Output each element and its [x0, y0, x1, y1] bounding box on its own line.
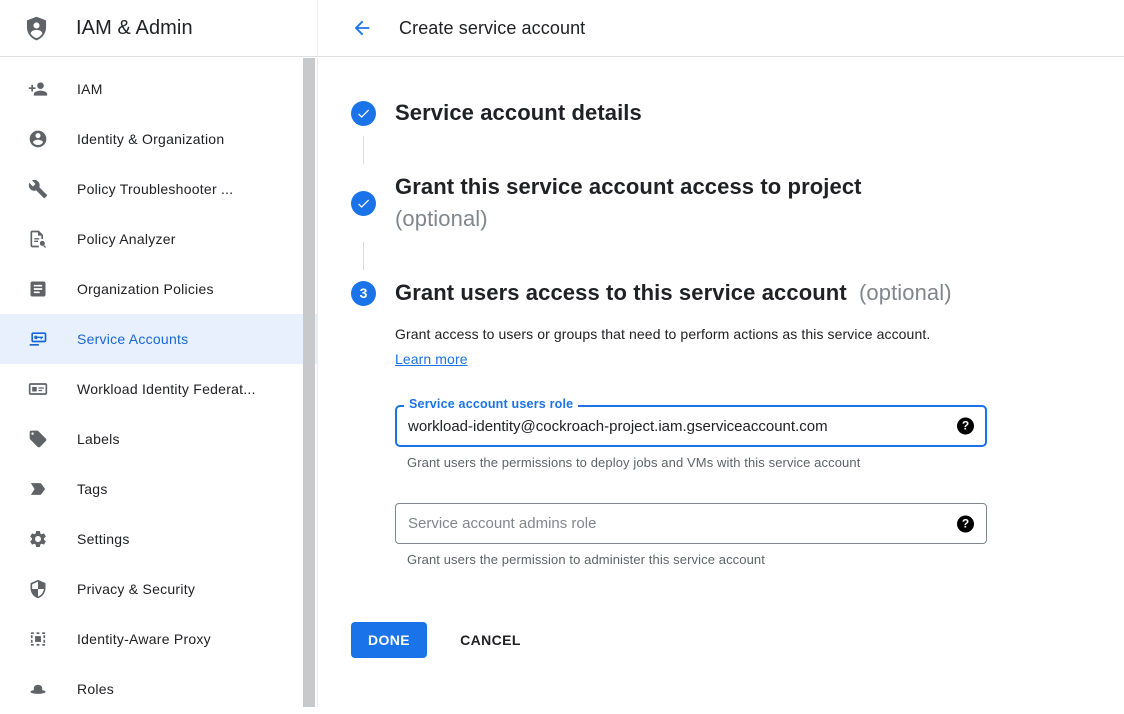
step-connector	[363, 242, 364, 270]
gear-icon	[28, 529, 48, 549]
sidebar-item-workload-identity-federation[interactable]: Workload Identity Federat...	[0, 364, 317, 414]
label-tag-icon	[28, 429, 48, 449]
sidebar-scrollbar[interactable]	[303, 58, 315, 707]
service-accounts-icon	[28, 329, 48, 349]
sidebar-item-privacy-security[interactable]: Privacy & Security	[0, 564, 317, 614]
proxy-grid-icon	[28, 629, 48, 649]
badge-card-icon	[28, 379, 48, 399]
wizard: Service account details Grant this servi…	[318, 57, 1124, 658]
learn-more-link[interactable]: Learn more	[395, 351, 468, 367]
step-2-complete-check-icon	[351, 191, 376, 216]
article-icon	[28, 279, 48, 299]
app-title: IAM & Admin	[76, 17, 193, 40]
tag-arrow-icon	[28, 479, 48, 499]
step-2-title: Grant this service account access to pro…	[395, 171, 862, 235]
sidebar-item-label: Settings	[77, 531, 130, 547]
cancel-button[interactable]: CANCEL	[460, 632, 521, 648]
step-3-header[interactable]: 3 Grant users access to this service acc…	[351, 277, 1084, 309]
arrow-back-icon	[351, 17, 373, 39]
shield-half-icon	[28, 579, 48, 599]
help-icon[interactable]	[957, 515, 974, 532]
sidebar-item-label: Policy Troubleshooter ...	[77, 181, 233, 197]
step-1-complete-check-icon	[351, 101, 376, 126]
admins-role-field	[395, 503, 987, 544]
page-title: Create service account	[399, 18, 585, 39]
step-3-number-badge: 3	[351, 281, 376, 306]
sidebar-item-label: IAM	[77, 81, 103, 97]
sidebar-item-organization-policies[interactable]: Organization Policies	[0, 264, 317, 314]
sidebar-nav: IAM Identity & Organization Policy Troub…	[0, 57, 317, 714]
page-header: Create service account	[318, 0, 1124, 57]
sidebar-item-settings[interactable]: Settings	[0, 514, 317, 564]
sidebar-item-policy-analyzer[interactable]: Policy Analyzer	[0, 214, 317, 264]
sidebar-item-label: Identity & Organization	[77, 131, 224, 147]
sidebar-item-label: Identity-Aware Proxy	[77, 631, 211, 647]
sidebar-item-label: Tags	[77, 481, 108, 497]
sidebar-item-service-accounts[interactable]: Service Accounts	[0, 314, 317, 364]
help-icon[interactable]	[957, 418, 974, 435]
sidebar-item-label: Labels	[77, 431, 120, 447]
iam-shield-icon	[23, 15, 50, 42]
users-role-helper-text: Grant users the permissions to deploy jo…	[407, 455, 1084, 470]
hat-icon	[28, 679, 48, 699]
sidebar-item-tags[interactable]: Tags	[0, 464, 317, 514]
step-3-body: Grant access to users or groups that nee…	[395, 322, 1084, 567]
step-3-optional-label: (optional)	[859, 280, 952, 305]
step-3-title: Grant users access to this service accou…	[395, 277, 952, 309]
users-role-field-label: Service account users role	[404, 397, 578, 412]
step-2-header[interactable]: Grant this service account access to pro…	[351, 171, 1084, 235]
step-1-title: Service account details	[395, 97, 642, 129]
step-connector	[363, 136, 364, 164]
account-circle-icon	[28, 129, 48, 149]
policy-analyzer-icon	[28, 229, 48, 249]
step-2-optional-label: (optional)	[395, 203, 862, 235]
sidebar-item-label: Workload Identity Federat...	[77, 381, 256, 397]
sidebar-header: IAM & Admin	[0, 0, 317, 57]
main-panel: Create service account Service account d…	[317, 0, 1124, 707]
sidebar-item-identity-aware-proxy[interactable]: Identity-Aware Proxy	[0, 614, 317, 664]
sidebar-item-label: Policy Analyzer	[77, 231, 176, 247]
sidebar-item-labels[interactable]: Labels	[0, 414, 317, 464]
admins-role-helper-text: Grant users the permission to administer…	[407, 552, 1084, 567]
sidebar-item-iam[interactable]: IAM	[0, 64, 317, 114]
sidebar: IAM & Admin IAM Identity & Organization …	[0, 0, 317, 707]
sidebar-item-label: Organization Policies	[77, 281, 214, 297]
back-button[interactable]	[351, 16, 375, 40]
sidebar-item-label: Roles	[77, 681, 114, 697]
sidebar-item-label: Privacy & Security	[77, 581, 195, 597]
wizard-actions: DONE CANCEL	[351, 622, 1084, 658]
done-button[interactable]: DONE	[351, 622, 427, 658]
sidebar-item-label: Service Accounts	[77, 331, 188, 347]
step-1-header[interactable]: Service account details	[351, 97, 1084, 129]
sidebar-item-identity-organization[interactable]: Identity & Organization	[0, 114, 317, 164]
wrench-icon	[28, 179, 48, 199]
users-role-field: Service account users role	[395, 405, 987, 447]
admins-role-input[interactable]	[395, 503, 987, 544]
sidebar-item-policy-troubleshooter[interactable]: Policy Troubleshooter ...	[0, 164, 317, 214]
step-3-description: Grant access to users or groups that nee…	[395, 322, 955, 372]
person-add-icon	[28, 79, 48, 99]
